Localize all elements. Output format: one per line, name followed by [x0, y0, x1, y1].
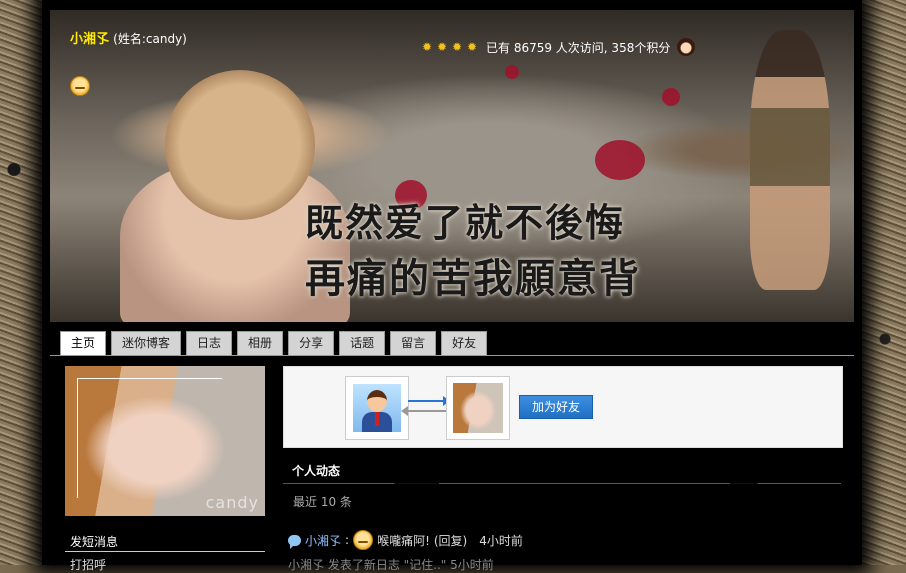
default-user-icon	[353, 384, 401, 432]
owner-nickname-link[interactable]: 小湘孓	[70, 32, 109, 47]
activity-text: 喉嚨痛阿!	[377, 533, 430, 548]
banner-slogan-line2: 再痛的苦我願意背	[305, 255, 641, 302]
girl-face-icon	[677, 38, 696, 56]
activity-separator: :	[345, 533, 350, 547]
arrow-left-icon	[401, 406, 446, 416]
star-icon: ✹	[467, 40, 478, 54]
nav-divider	[50, 355, 854, 356]
star-icon: ✹	[437, 40, 448, 54]
owner-avatar-image	[453, 383, 503, 433]
teddy-bear-head	[165, 70, 315, 220]
avatar-tie	[375, 412, 379, 426]
mood-emoji-icon	[353, 530, 374, 550]
speech-bubble-icon	[288, 534, 301, 549]
tab-home[interactable]: 主页	[60, 331, 107, 355]
add-friend-button[interactable]: 加为好友	[519, 395, 593, 419]
photo-frame-line	[77, 378, 222, 379]
owner-name: 小湘孓 (姓名:candy)	[70, 28, 187, 47]
ink-blot	[662, 88, 680, 106]
friend-connection-box: 加为好友	[283, 366, 843, 448]
activity-user-link[interactable]: 小湘孓	[305, 532, 341, 549]
arrow-right-icon	[408, 396, 450, 406]
mood-emoji-icon	[70, 76, 90, 100]
visitor-avatar[interactable]	[345, 376, 409, 440]
ink-blot	[595, 140, 645, 180]
star-icon: ✹	[422, 40, 433, 54]
activity-item: 小湘孓 : 喉嚨痛阿! (回复) 4小时前	[288, 530, 523, 550]
activity-title: 个人动态	[292, 464, 341, 478]
avatar-head	[367, 390, 387, 412]
photo-watermark: candy	[205, 493, 259, 512]
sidebar-divider	[65, 551, 265, 552]
girl-figure	[750, 30, 830, 290]
recent-count: 最近 10 条	[293, 495, 352, 509]
activity-time: 4小时前	[479, 533, 523, 548]
activity-divider	[283, 483, 841, 484]
tab-friends[interactable]: 好友	[441, 331, 488, 355]
tab-journal[interactable]: 日志	[186, 331, 233, 355]
tab-mini-blog[interactable]: 迷你博客	[111, 331, 182, 355]
photo-frame-line	[77, 378, 78, 498]
profile-photo[interactable]: candy	[65, 366, 265, 516]
ink-blot	[505, 65, 519, 79]
page: 既然爱了就不後悔 再痛的苦我願意背 小湘孓 (姓名:candy) ✹ ✹ ✹ ✹…	[42, 0, 862, 572]
tab-topics[interactable]: 话题	[339, 331, 386, 355]
tab-share[interactable]: 分享	[288, 331, 335, 355]
tab-messages[interactable]: 留言	[390, 331, 437, 355]
banner-image: 既然爱了就不後悔 再痛的苦我願意背 小湘孓 (姓名:candy) ✹ ✹ ✹ ✹…	[50, 10, 854, 322]
reply-link[interactable]: (回复)	[434, 532, 467, 549]
main-nav: 主页 迷你博客 日志 相册 分享 话题 留言 好友	[60, 331, 488, 355]
owner-avatar[interactable]	[446, 376, 510, 440]
star-icon: ✹	[452, 40, 463, 54]
banner-slogan-line1: 既然爱了就不後悔	[305, 200, 626, 245]
visit-stats: ✹ ✹ ✹ ✹ 已有 86759 人次访问, 358个积分	[422, 38, 696, 56]
owner-realname: (姓名:candy)	[113, 32, 187, 46]
tab-album[interactable]: 相册	[237, 331, 284, 355]
visit-stats-text: 已有 86759 人次访问, 358个积分	[486, 40, 671, 55]
send-message-link[interactable]: 发短消息	[70, 533, 118, 550]
